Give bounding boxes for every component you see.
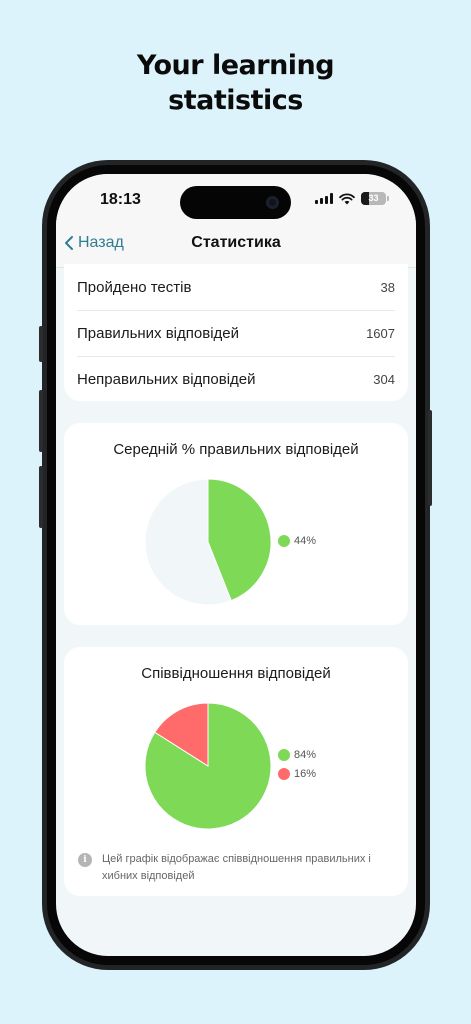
cellular-signal-icon — [315, 193, 333, 204]
stat-value: 1607 — [366, 326, 395, 341]
average-chart-title: Середній % правильних відповідей — [113, 441, 359, 458]
ratio-chart-legend: 84% 16% — [278, 749, 316, 780]
action-button — [39, 326, 43, 362]
average-pie-chart — [144, 478, 272, 606]
promo-headline: Your learning statistics — [0, 48, 471, 118]
wifi-icon — [339, 192, 355, 204]
power-button — [428, 410, 432, 506]
status-bar: 18:13 33 — [56, 174, 416, 228]
navigation-bar: Назад Статистика — [56, 228, 416, 268]
legend-label: 44% — [294, 535, 317, 547]
stat-row-correct: Правильних відповідей 1607 — [77, 310, 395, 356]
app-screen: 18:13 33 Назад Статистика Пройдено тесті… — [56, 174, 416, 956]
summary-card: Пройдено тестів 38 Правильних відповідей… — [64, 264, 408, 401]
stat-row-incorrect: Неправильних відповідей 304 — [77, 356, 395, 402]
info-text: Цей графік відображає співвідношення пра… — [102, 853, 371, 882]
ratio-chart-card: Співвідношення відповідей 84% 16% i Цей г… — [64, 647, 408, 896]
legend-swatch — [278, 749, 290, 761]
legend-item: 44% — [278, 535, 316, 547]
legend-swatch — [278, 768, 290, 780]
stat-value: 304 — [373, 372, 395, 387]
camera-icon — [266, 196, 279, 209]
ratio-chart-title: Співвідношення відповідей — [141, 665, 331, 682]
legend-label: 84% — [294, 749, 317, 761]
chart-info-note: i Цей графік відображає співвідношення п… — [78, 851, 402, 885]
stat-label: Неправильних відповідей — [77, 371, 256, 388]
battery-icon: 33 — [361, 192, 389, 205]
stat-label: Пройдено тестів — [77, 278, 192, 296]
legend-item: 84% — [278, 749, 316, 761]
battery-percent: 33 — [368, 193, 379, 203]
page-title: Статистика — [191, 234, 281, 251]
stat-row-tests: Пройдено тестів 38 — [77, 264, 395, 310]
legend-item: 16% — [278, 768, 316, 780]
average-chart-card: Середній % правильних відповідей 44% — [64, 423, 408, 625]
stat-label: Правильних відповідей — [77, 325, 240, 342]
headline-line-2: statistics — [168, 85, 303, 116]
info-icon: i — [78, 853, 92, 867]
volume-down-button — [39, 466, 43, 528]
headline-line-1: Your learning — [136, 50, 335, 81]
legend-swatch — [278, 535, 290, 547]
stat-value: 38 — [380, 279, 395, 295]
ratio-pie-chart — [144, 702, 272, 830]
status-time: 18:13 — [100, 191, 141, 208]
dynamic-island — [180, 186, 291, 219]
average-chart-legend: 44% — [278, 535, 316, 547]
volume-up-button — [39, 390, 43, 452]
legend-label: 16% — [294, 768, 317, 780]
